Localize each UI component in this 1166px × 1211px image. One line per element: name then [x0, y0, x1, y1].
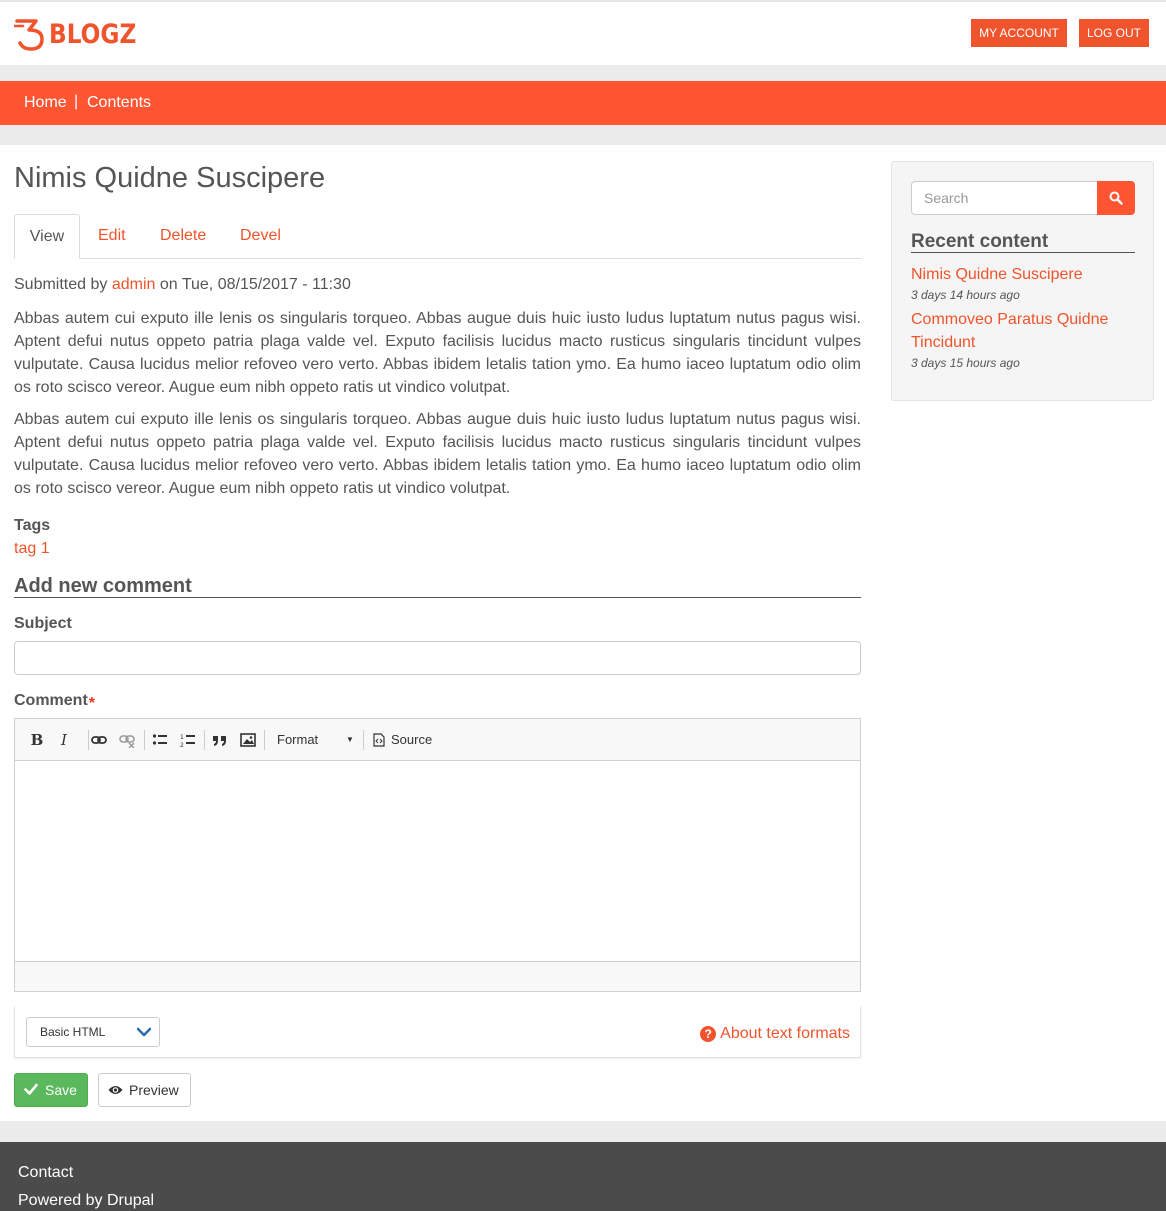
- breadcrumb-contents[interactable]: Contents: [87, 94, 151, 112]
- header-spacer: [0, 65, 1166, 81]
- link-icon[interactable]: [91, 732, 107, 748]
- toolbar-divider: [144, 730, 145, 750]
- author-link[interactable]: admin: [112, 276, 156, 293]
- recent-content-time: 3 days 15 hours ago: [911, 356, 1020, 370]
- save-button[interactable]: Save: [14, 1073, 88, 1107]
- preview-button[interactable]: Preview: [98, 1073, 191, 1107]
- add-comment-heading: Add new comment: [14, 576, 861, 598]
- submitted-prefix: Submitted by: [14, 276, 108, 293]
- source-button[interactable]: Source: [391, 730, 451, 750]
- caret-down-icon[interactable]: ▼: [345, 730, 355, 750]
- body-paragraph: Abbas autem cui exputo ille lenis os sin…: [14, 310, 861, 396]
- image-icon[interactable]: [240, 732, 256, 748]
- comment-textarea[interactable]: [15, 761, 860, 961]
- numbered-list-icon[interactable]: 1 2: [180, 732, 196, 748]
- tag-link[interactable]: tag 1: [14, 540, 50, 558]
- eye-icon: [108, 1086, 123, 1094]
- chevron-down-icon: [137, 1027, 151, 1037]
- footer-spacer: [0, 1121, 1166, 1142]
- submitted-info: Submitted by admin on Tue, 08/15/2017 - …: [14, 276, 351, 294]
- footer-powered-by-link[interactable]: Powered by Drupal: [18, 1192, 154, 1210]
- body-paragraph: Abbas autem cui exputo ille lenis os sin…: [14, 411, 861, 497]
- about-text-formats-link[interactable]: ? About text formats: [700, 1025, 850, 1043]
- toolbar-divider: [204, 730, 205, 750]
- toolbar-divider: [363, 730, 364, 750]
- source-icon[interactable]: [373, 733, 385, 747]
- comment-editor: B I 1 2 Format ▼ Source: [14, 718, 861, 992]
- breadcrumb-home[interactable]: Home: [24, 94, 67, 112]
- breadcrumb-separator: |: [74, 93, 79, 110]
- site-footer: Contact Powered by Drupal: [0, 1142, 1166, 1211]
- toolbar-divider: [88, 730, 89, 750]
- bold-button[interactable]: B: [30, 730, 44, 750]
- node-tabs: View Edit Delete Devel: [14, 214, 861, 259]
- blockquote-icon[interactable]: [212, 732, 228, 748]
- sidebar: Search Recent content Nimis Quidne Susci…: [891, 161, 1154, 401]
- comment-label: Comment*: [14, 692, 96, 712]
- comment-label-text: Comment: [14, 692, 88, 709]
- about-text-formats-label: About text formats: [720, 1025, 850, 1042]
- site-logo[interactable]: BLOGZ: [14, 17, 151, 51]
- footer-contact-link[interactable]: Contact: [18, 1164, 73, 1182]
- checkmark-icon: [24, 1083, 38, 1095]
- required-marker: *: [88, 695, 96, 712]
- logo-text: BLOGZ: [49, 18, 137, 50]
- subject-label: Subject: [14, 615, 72, 632]
- recent-content-time: 3 days 14 hours ago: [911, 288, 1020, 302]
- editor-status-bar: [15, 961, 860, 991]
- subject-input[interactable]: [14, 641, 861, 675]
- tab-devel[interactable]: Devel: [240, 214, 281, 259]
- nav-spacer: [0, 125, 1166, 145]
- logout-button[interactable]: LOG OUT: [1079, 19, 1149, 47]
- text-format-wrapper: Basic HTML ? About text formats: [14, 1006, 861, 1058]
- site-header: BLOGZ MY ACCOUNT LOG OUT: [0, 2, 1166, 65]
- breadcrumb-bar: Home | Contents: [0, 81, 1166, 125]
- tags-label: Tags: [14, 517, 51, 534]
- toolbar-divider: [264, 730, 265, 750]
- page-title: Nimis Quidne Suscipere: [14, 162, 326, 194]
- help-icon: ?: [700, 1026, 717, 1042]
- search-icon: [1109, 191, 1123, 205]
- text-format-select[interactable]: Basic HTML: [26, 1017, 160, 1047]
- preview-label: Preview: [129, 1082, 179, 1098]
- tab-view[interactable]: View: [14, 214, 80, 259]
- svg-text:1: 1: [180, 734, 184, 741]
- my-account-button[interactable]: MY ACCOUNT: [971, 19, 1067, 47]
- search-input[interactable]: Search: [911, 181, 1097, 215]
- editor-toolbar: B I 1 2 Format ▼ Source: [15, 719, 860, 761]
- bulleted-list-icon[interactable]: [152, 732, 168, 748]
- recent-content-link[interactable]: Nimis Quidne Suscipere: [911, 263, 1135, 286]
- recent-content-heading: Recent content: [911, 231, 1135, 253]
- italic-button[interactable]: I: [58, 730, 70, 750]
- unlink-icon[interactable]: [119, 732, 135, 748]
- save-label: Save: [45, 1082, 77, 1098]
- search-button[interactable]: [1097, 181, 1135, 215]
- tab-delete[interactable]: Delete: [160, 214, 206, 259]
- submitted-date: on Tue, 08/15/2017 - 11:30: [159, 276, 351, 293]
- recent-content-link[interactable]: Commoveo Paratus Quidne Tincidunt: [911, 308, 1135, 354]
- logo-icon: [14, 19, 44, 51]
- svg-text:2: 2: [180, 742, 184, 748]
- text-format-value: Basic HTML: [40, 1025, 106, 1039]
- tab-edit[interactable]: Edit: [98, 214, 126, 259]
